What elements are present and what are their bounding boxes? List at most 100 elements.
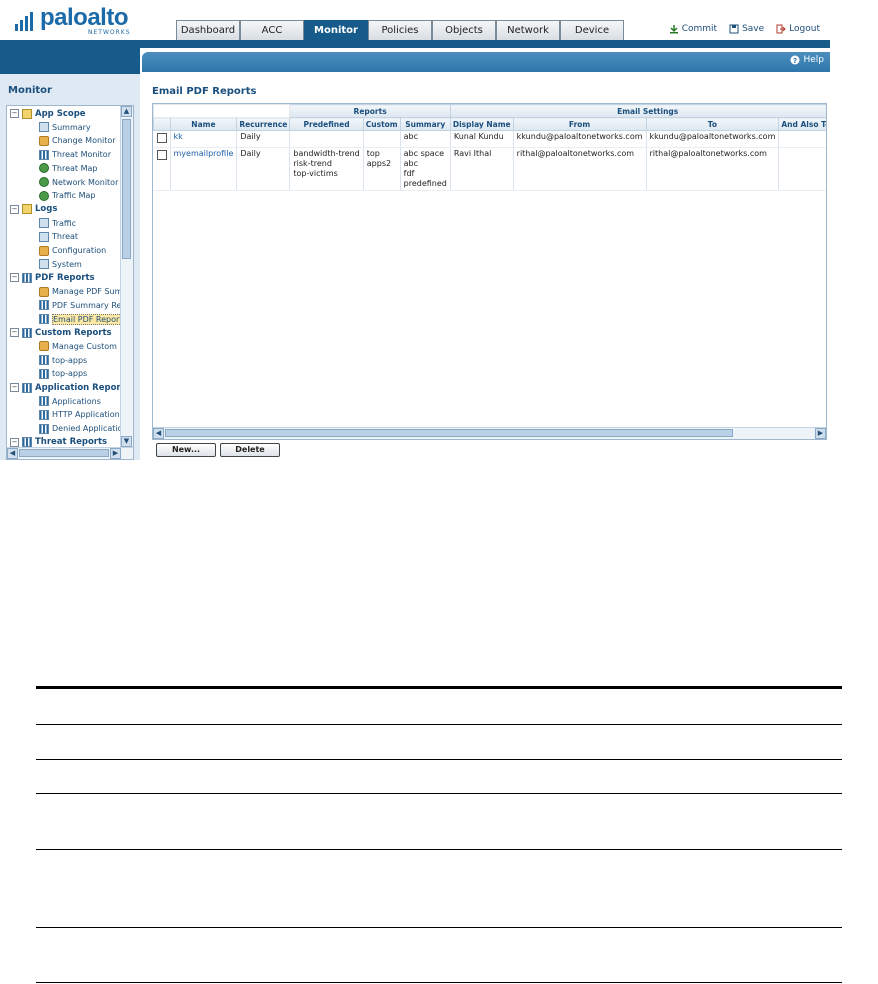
collapse-icon[interactable]: − [10, 204, 19, 214]
grid-scroll-left-icon[interactable]: ◀ [153, 428, 164, 439]
tab-monitor[interactable]: Monitor [304, 20, 368, 40]
tree-hscroll-thumb[interactable] [19, 449, 109, 457]
grid-hscroll-thumb[interactable] [165, 429, 733, 437]
row-checkbox[interactable] [156, 133, 167, 143]
sidebar-item-threat[interactable]: Threat [39, 230, 78, 243]
delete-button[interactable]: Delete [220, 443, 280, 457]
cell-to: kkundu@paloaltonetworks.com [646, 130, 780, 148]
grid-horizontal-scrollbar[interactable]: ◀ ▶ [153, 427, 826, 439]
tree-group-application-report[interactable]: − Application Report [10, 381, 125, 394]
sidebar-item-traffic[interactable]: Traffic [39, 217, 76, 230]
tab-acc[interactable]: ACC [240, 20, 304, 40]
report-icon [39, 423, 49, 434]
help-icon: ? [790, 55, 800, 65]
collapse-icon[interactable]: − [10, 383, 19, 392]
doc-table-rule [36, 793, 842, 794]
col-from[interactable]: From [512, 117, 647, 131]
report-icon [39, 149, 49, 160]
tab-policies[interactable]: Policies [368, 20, 432, 40]
sidebar-item-denied-application[interactable]: Denied Application [39, 422, 128, 435]
cell-from: rithal@paloaltonetworks.com [513, 147, 647, 191]
save-button[interactable]: Save [729, 24, 764, 34]
tab-dashboard[interactable]: Dashboard [176, 20, 240, 40]
new-button[interactable]: New... [156, 443, 216, 457]
globe-icon [39, 163, 49, 174]
sidebar-item-change-monitor[interactable]: Change Monitor [39, 134, 116, 147]
help-link[interactable]: ? Help [790, 55, 824, 65]
cell-name[interactable]: myemailprofile [170, 147, 238, 191]
tree-group-pdf-reports[interactable]: − PDF Reports [10, 271, 95, 284]
app-window: paloalto NETWORKS Dashboard ACC Monitor Pol… [0, 0, 830, 460]
group-header-email: Email Settings [449, 104, 826, 118]
col-select [153, 117, 171, 131]
collapse-icon[interactable]: − [10, 109, 19, 118]
col-predefined[interactable]: Predefined [289, 117, 364, 131]
sidebar-item-label: Manage Custom R [52, 341, 126, 351]
table-row[interactable]: kk Daily abc Kunal Kundu kkundu@paloaltonetw… [153, 130, 826, 148]
save-icon [729, 24, 739, 34]
tree-group-custom-reports[interactable]: − Custom Reports [10, 326, 112, 339]
sidebar-item-label: Applications [52, 396, 101, 406]
sidebar-item-label: Manage PDF Sum [52, 287, 123, 297]
col-to[interactable]: To [645, 117, 780, 131]
table-row[interactable]: myemailprofile Daily bandwidth-trend risk-… [153, 147, 826, 191]
sidebar-item-http-applications[interactable]: HTTP Applications [39, 408, 124, 421]
grid-scroll-right-icon[interactable]: ▶ [815, 428, 826, 439]
sidebar-item-label: PDF Summary Rep [52, 300, 127, 310]
tree-group-label: Logs [35, 204, 58, 215]
logout-button[interactable]: Logout [776, 24, 820, 34]
sidebar-item-configuration[interactable]: Configuration [39, 244, 106, 257]
col-display-name[interactable]: Display Name [449, 117, 514, 131]
sidebar-item-summary[interactable]: Summary [39, 121, 91, 134]
cell-custom [363, 130, 401, 148]
tab-network[interactable]: Network [496, 20, 560, 40]
tab-objects[interactable]: Objects [432, 20, 496, 40]
col-name[interactable]: Name [169, 117, 238, 131]
scroll-down-icon[interactable]: ▼ [121, 436, 132, 447]
report-icon [39, 300, 49, 311]
tree-scroll-thumb[interactable] [122, 119, 131, 259]
row-checkbox[interactable] [156, 150, 167, 160]
sidebar-item-email-pdf-reports[interactable]: Email PDF Reports [39, 313, 128, 326]
sidebar-item-traffic-map[interactable]: Traffic Map [39, 189, 95, 202]
collapse-icon[interactable]: − [10, 328, 19, 338]
page-title: Email PDF Reports [152, 86, 257, 97]
scroll-up-icon[interactable]: ▲ [121, 106, 132, 117]
sidebar-item-system[interactable]: System [39, 258, 82, 271]
sidebar-item-label: Denied Application [52, 424, 128, 434]
scroll-left-icon[interactable]: ◀ [7, 448, 18, 459]
tree-group-app-scope[interactable]: − App Scope [10, 107, 86, 120]
col-also-to[interactable]: And Also To [778, 117, 826, 131]
sidebar-header-band [0, 48, 140, 74]
collapse-icon[interactable]: − [10, 273, 19, 283]
commit-button[interactable]: Commit [669, 24, 717, 34]
reports-grid: Reports Email Settings Name Recurrence P… [152, 103, 827, 440]
sidebar-item-applications[interactable]: Applications [39, 395, 101, 408]
sidebar-item-manage-pdf-sum[interactable]: Manage PDF Sum [39, 285, 122, 298]
tab-device[interactable]: Device [560, 20, 624, 40]
doc-table-rule [36, 849, 842, 850]
scroll-right-icon[interactable]: ▶ [110, 448, 121, 459]
sidebar-item-threat-map[interactable]: Threat Map [39, 162, 97, 175]
cell-custom: top apps2 [363, 147, 401, 191]
sidebar-item-pdf-summary-rep[interactable]: PDF Summary Rep [39, 299, 127, 312]
col-summary[interactable]: Summary [399, 117, 451, 131]
sidebar-item-top-apps[interactable]: top-apps [39, 367, 87, 380]
cell-name[interactable]: kk [170, 130, 238, 148]
tree-vertical-scrollbar[interactable]: ▲ ▼ [120, 106, 133, 447]
sidebar-item-label: top-apps [52, 355, 88, 365]
report-icon [39, 218, 49, 229]
sidebar-item-top-apps[interactable]: top-apps [39, 354, 87, 367]
sidebar-item-threat-monitor[interactable]: Threat Monitor [39, 148, 111, 161]
tree-horizontal-scrollbar[interactable]: ◀ ▶ [7, 447, 133, 459]
col-custom[interactable]: Custom [362, 117, 401, 131]
collapse-icon[interactable]: − [10, 437, 19, 447]
cell-to: rithal@paloaltonetworks.com [646, 147, 780, 191]
sidebar-item-network-monitor[interactable]: Network Monitor [39, 176, 118, 189]
tree-group-logs[interactable]: − Logs [10, 203, 57, 216]
doc-table-top-rule [36, 686, 842, 689]
col-recurrence[interactable]: Recurrence [236, 117, 291, 131]
row-select [153, 130, 171, 148]
sidebar-item-manage-custom-r[interactable]: Manage Custom R [39, 340, 125, 353]
cell-display: Ravi Ithal [450, 147, 514, 191]
